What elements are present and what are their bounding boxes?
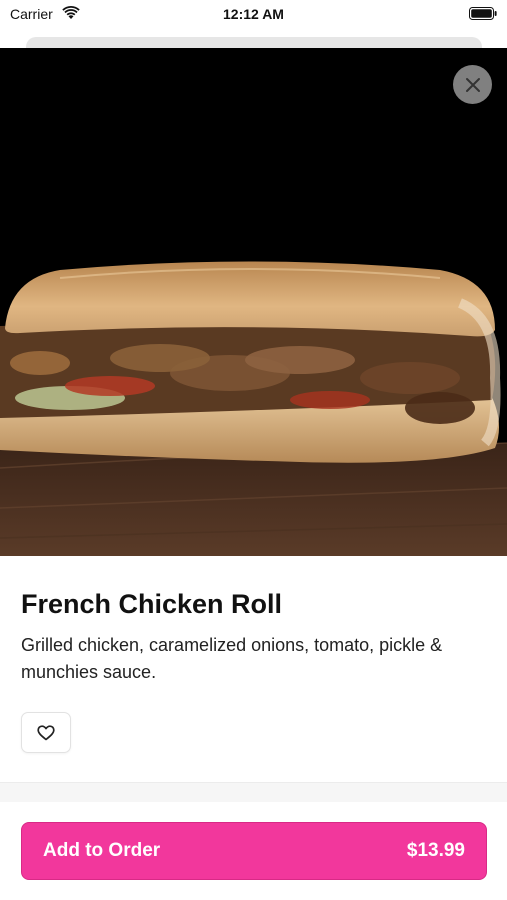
status-bar: Carrier 12:12 AM [0, 0, 507, 28]
close-button[interactable] [453, 65, 492, 104]
add-to-order-button[interactable]: Add to Order $13.99 [21, 822, 487, 880]
battery-icon [469, 7, 497, 20]
close-icon [465, 77, 480, 92]
add-to-order-label: Add to Order [43, 840, 161, 861]
status-time: 12:12 AM [223, 6, 284, 22]
footer: Add to Order $13.99 [0, 802, 507, 900]
price-label: $13.99 [406, 840, 465, 861]
product-description: Grilled chicken, caramelized onions, tom… [21, 635, 443, 682]
favorite-button[interactable] [21, 712, 71, 753]
heart-icon [37, 724, 55, 740]
section-divider [0, 782, 507, 802]
product-image [0, 48, 507, 556]
product-title: French Chicken Roll [21, 589, 283, 619]
